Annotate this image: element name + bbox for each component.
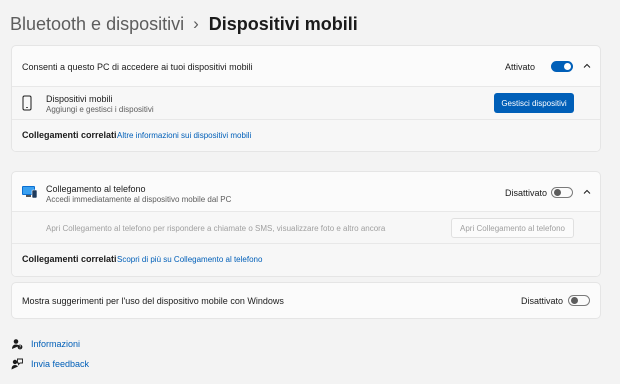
access-setting-label: Consenti a questo PC di accedere ai tuoi…: [22, 62, 253, 72]
related-links-row: Collegamenti correlati Scopri di più su …: [12, 244, 600, 276]
suggestions-card[interactable]: Mostra suggerimenti per l'uso del dispos…: [11, 282, 601, 319]
help-person-icon: ?: [12, 339, 23, 350]
feedback-link[interactable]: Invia feedback: [11, 358, 89, 370]
phone-link-card: Collegamento al telefono Accedi immediat…: [11, 171, 601, 277]
page-title: Dispositivi mobili: [208, 13, 358, 34]
chevron-up-icon[interactable]: [581, 186, 593, 198]
open-phone-link-row: Apri Collegamento al telefono per rispon…: [12, 212, 600, 244]
related-links-label: Collegamenti correlati: [22, 130, 117, 140]
svg-text:?: ?: [19, 345, 21, 350]
phone-link-toggle[interactable]: [551, 187, 573, 198]
info-link[interactable]: ? Informazioni: [11, 338, 80, 350]
mobile-devices-card: Consenti a questo PC di accedere ai tuoi…: [11, 45, 601, 152]
feedback-person-icon: [11, 358, 23, 370]
phone-icon: [22, 95, 32, 111]
chevron-up-icon[interactable]: [581, 60, 593, 72]
suggestions-label: Mostra suggerimenti per l'uso del dispos…: [22, 296, 284, 306]
related-links-row: Collegamenti correlati Altre informazion…: [12, 120, 600, 151]
breadcrumb: Bluetooth e dispositivi › Dispositivi mo…: [10, 10, 358, 38]
phone-link-state: Disattivato: [505, 188, 548, 198]
access-toggle[interactable]: [551, 61, 573, 72]
suggestions-state: Disattivato: [521, 296, 564, 306]
access-setting-row[interactable]: Consenti a questo PC di accedere ai tuoi…: [12, 46, 600, 87]
suggestions-toggle[interactable]: [568, 295, 590, 306]
more-info-devices-link[interactable]: Altre informazioni sui dispositivi mobil…: [117, 131, 251, 140]
open-phone-link-text: Apri Collegamento al telefono per rispon…: [46, 224, 386, 233]
phone-link-icon: [22, 186, 38, 199]
feedback-link-label: Invia feedback: [31, 359, 90, 369]
devices-row: Dispositivi mobili Aggiungi e gestisci i…: [12, 87, 600, 120]
phone-link-title: Collegamento al telefono: [46, 184, 146, 194]
toggle-knob: [564, 63, 571, 70]
phone-link-row[interactable]: Collegamento al telefono Accedi immediat…: [12, 172, 600, 212]
breadcrumb-parent[interactable]: Bluetooth e dispositivi: [10, 14, 184, 35]
breadcrumb-separator-icon: ›: [193, 14, 199, 33]
manage-devices-button[interactable]: Gestisci dispositivi: [494, 93, 574, 113]
learn-more-phone-link-link[interactable]: Scopri di più su Collegamento al telefon…: [117, 255, 262, 264]
related-links-label: Collegamenti correlati: [22, 254, 117, 264]
phone-link-subtitle: Accedi immediatamente al dispositivo mob…: [46, 195, 232, 204]
toggle-knob: [554, 189, 561, 196]
open-phone-link-button[interactable]: Apri Collegamento al telefono: [451, 218, 574, 238]
access-setting-state: Attivato: [505, 62, 536, 72]
toggle-knob: [571, 297, 578, 304]
devices-title: Dispositivi mobili: [46, 94, 113, 104]
devices-subtitle: Aggiungi e gestisci i dispositivi: [46, 105, 154, 114]
info-link-label: Informazioni: [31, 339, 81, 349]
